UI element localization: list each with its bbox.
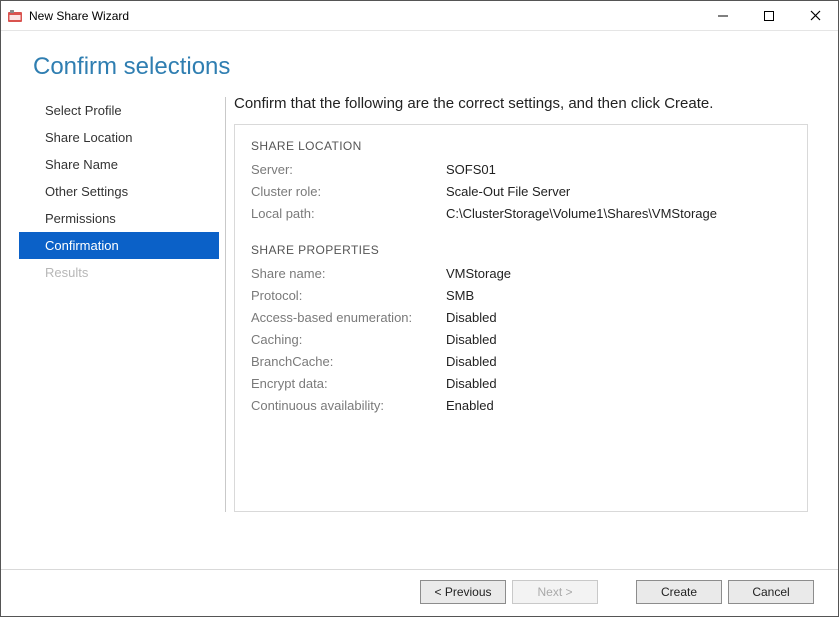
label-protocol: Protocol: <box>251 285 446 307</box>
value-ca: Enabled <box>446 395 494 417</box>
window-title: New Share Wizard <box>29 9 129 23</box>
section-share-properties-heading: SHARE PROPERTIES <box>251 243 791 257</box>
row-abe: Access-based enumeration: Disabled <box>251 307 791 329</box>
step-confirmation[interactable]: Confirmation <box>19 232 219 259</box>
row-encrypt: Encrypt data: Disabled <box>251 373 791 395</box>
instruction-text: Confirm that the following are the corre… <box>234 95 808 112</box>
label-ca: Continuous availability: <box>251 395 446 417</box>
vertical-divider <box>225 97 226 512</box>
maximize-button[interactable] <box>746 1 792 30</box>
header-region: Confirm selections <box>1 31 838 91</box>
value-local-path: C:\ClusterStorage\Volume1\Shares\VMStora… <box>446 203 717 225</box>
label-local-path: Local path: <box>251 203 446 225</box>
main-content: Confirm that the following are the corre… <box>234 91 808 512</box>
value-encrypt: Disabled <box>446 373 497 395</box>
step-share-location[interactable]: Share Location <box>19 124 219 151</box>
cancel-button[interactable]: Cancel <box>728 580 814 604</box>
step-select-profile[interactable]: Select Profile <box>19 97 219 124</box>
value-abe: Disabled <box>446 307 497 329</box>
row-cluster-role: Cluster role: Scale-Out File Server <box>251 181 791 203</box>
create-button[interactable]: Create <box>636 580 722 604</box>
row-server: Server: SOFS01 <box>251 159 791 181</box>
row-protocol: Protocol: SMB <box>251 285 791 307</box>
value-caching: Disabled <box>446 329 497 351</box>
title-bar: New Share Wizard <box>1 1 838 31</box>
step-other-settings[interactable]: Other Settings <box>19 178 219 205</box>
close-button[interactable] <box>792 1 838 30</box>
value-branchcache: Disabled <box>446 351 497 373</box>
label-cluster-role: Cluster role: <box>251 181 446 203</box>
label-server: Server: <box>251 159 446 181</box>
label-encrypt: Encrypt data: <box>251 373 446 395</box>
footer-buttons: < Previous Next > Create Cancel <box>1 569 838 616</box>
label-share-name: Share name: <box>251 263 446 285</box>
row-branchcache: BranchCache: Disabled <box>251 351 791 373</box>
row-continuous-availability: Continuous availability: Enabled <box>251 395 791 417</box>
value-protocol: SMB <box>446 285 474 307</box>
section-share-location-heading: SHARE LOCATION <box>251 139 791 153</box>
value-share-name: VMStorage <box>446 263 511 285</box>
wizard-steps: Select Profile Share Location Share Name… <box>19 91 219 512</box>
details-panel: SHARE LOCATION Server: SOFS01 Cluster ro… <box>234 124 808 512</box>
row-caching: Caching: Disabled <box>251 329 791 351</box>
row-local-path: Local path: C:\ClusterStorage\Volume1\Sh… <box>251 203 791 225</box>
step-permissions[interactable]: Permissions <box>19 205 219 232</box>
value-cluster-role: Scale-Out File Server <box>446 181 570 203</box>
page-title: Confirm selections <box>33 53 806 81</box>
value-server: SOFS01 <box>446 159 496 181</box>
previous-button[interactable]: < Previous <box>420 580 506 604</box>
next-button: Next > <box>512 580 598 604</box>
row-share-name: Share name: VMStorage <box>251 263 791 285</box>
label-abe: Access-based enumeration: <box>251 307 446 329</box>
app-icon <box>7 8 23 24</box>
minimize-button[interactable] <box>700 1 746 30</box>
step-results: Results <box>19 259 219 286</box>
window-controls <box>700 1 838 30</box>
label-branchcache: BranchCache: <box>251 351 446 373</box>
label-caching: Caching: <box>251 329 446 351</box>
step-share-name[interactable]: Share Name <box>19 151 219 178</box>
